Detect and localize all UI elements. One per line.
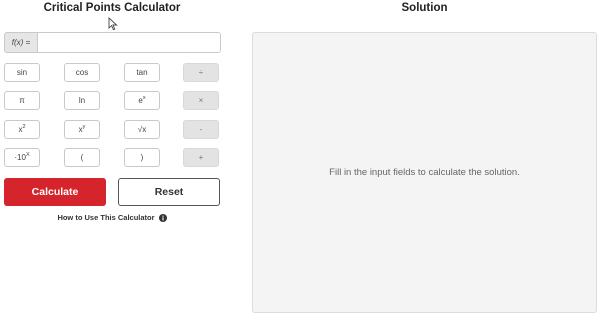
- fx-label: f(x) =: [5, 33, 38, 52]
- left-paren-key[interactable]: (: [64, 148, 100, 167]
- sin-key[interactable]: sin: [4, 63, 40, 82]
- tan-key[interactable]: tan: [124, 63, 160, 82]
- multiply-key[interactable]: ×: [183, 91, 219, 110]
- function-input-row: f(x) =: [4, 32, 221, 53]
- plus-key[interactable]: +: [183, 148, 219, 167]
- pi-key[interactable]: π: [4, 91, 40, 110]
- solution-placeholder-message: Fill in the input fields to calculate th…: [329, 167, 520, 178]
- square-key-exponent: 2: [22, 123, 26, 130]
- reset-button[interactable]: Reset: [118, 178, 220, 206]
- square-key[interactable]: x2: [4, 120, 40, 139]
- scientific-key-exponent: X: [25, 151, 30, 158]
- cos-key[interactable]: cos: [64, 63, 100, 82]
- minus-key[interactable]: -: [183, 120, 219, 139]
- how-to-use-link[interactable]: How to Use This Calculator: [4, 213, 220, 222]
- divide-key[interactable]: ÷: [183, 63, 219, 82]
- exp-key-exponent: x: [142, 94, 146, 101]
- calculate-button[interactable]: Calculate: [4, 178, 106, 206]
- solution-title: Solution: [401, 2, 448, 14]
- scientific-notation-key[interactable]: ·10 X: [4, 148, 40, 167]
- function-input[interactable]: [38, 33, 220, 52]
- info-icon[interactable]: [158, 213, 167, 222]
- power-key[interactable]: xy: [64, 120, 100, 139]
- how-to-use-label: How to Use This Calculator: [57, 213, 155, 222]
- calculator-title: Critical Points Calculator: [43, 2, 181, 14]
- solution-panel: Fill in the input fields to calculate th…: [252, 32, 597, 313]
- sqrt-key[interactable]: √x: [124, 120, 160, 139]
- right-paren-key[interactable]: ): [124, 148, 160, 167]
- scientific-key-base: ·10: [14, 153, 26, 162]
- mouse-pointer-icon: [108, 17, 118, 31]
- ln-key[interactable]: ln: [64, 91, 100, 110]
- power-key-exponent: y: [82, 123, 86, 130]
- exp-key[interactable]: ex: [124, 91, 160, 110]
